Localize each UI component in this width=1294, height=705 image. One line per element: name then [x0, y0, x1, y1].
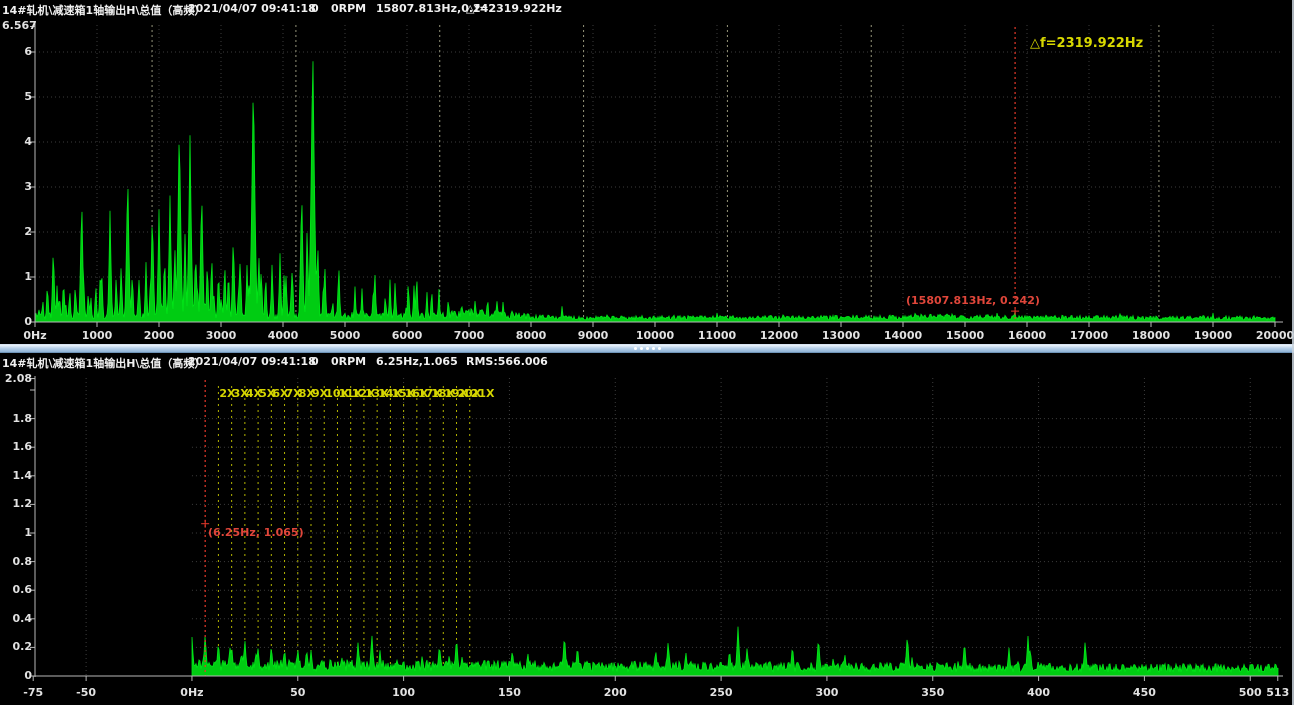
delta-f-readout: △f=2319.922Hz — [466, 2, 562, 15]
x-tick-label: 2000 — [131, 329, 187, 342]
y-tick-label: 1.6 — [2, 440, 32, 453]
y-tick-label: 1.8 — [2, 412, 32, 425]
timestamp: 2021/04/07 09:41:18 — [188, 355, 316, 368]
channel-title: 14#轧机\减速箱1轴输出H\总值（高频） — [2, 2, 205, 18]
y-tick-label: 0.6 — [2, 583, 32, 596]
x-tick-label: 4000 — [255, 329, 311, 342]
y-tick-label: 0 — [2, 669, 32, 682]
channel-title: 14#轧机\减速箱1轴输出H\总值（高频） — [2, 355, 205, 371]
rms-readout: RMS:566.006 — [466, 355, 548, 368]
x-tick-label: 250 — [693, 686, 749, 699]
x-tick-label: 8000 — [503, 329, 559, 342]
y-tick-label: 6 — [2, 45, 32, 58]
x-tick-label: 19000 — [1185, 329, 1241, 342]
x-tick-label: 11000 — [689, 329, 745, 342]
x-tick-label: 12000 — [751, 329, 807, 342]
x-tick-label: 20000 — [1247, 329, 1294, 342]
pane-header-bottom: 14#轧机\减速箱1轴输出H\总值（高频） 2021/04/07 09:41:1… — [0, 353, 1294, 370]
x-tick-label: 1000 — [69, 329, 125, 342]
x-tick-label: 150 — [481, 686, 537, 699]
x-tick-label: 5000 — [317, 329, 373, 342]
x-tick-label: 450 — [1116, 686, 1172, 699]
x-tick-label: 16000 — [999, 329, 1055, 342]
rpm-value: 0RPM — [331, 2, 366, 15]
harmonic-marker-label: 21X — [471, 387, 495, 400]
x-tick-label: 350 — [905, 686, 961, 699]
x-tick-label: 17000 — [1061, 329, 1117, 342]
y-tick-label: 1.2 — [2, 497, 32, 510]
counter-value: 0 — [311, 2, 319, 15]
y-tick-label: 2.08 — [2, 372, 32, 385]
y-tick-label: 1 — [2, 270, 32, 283]
y-tick-label: 1.4 — [2, 469, 32, 482]
pane-header-top: 14#轧机\减速箱1轴输出H\总值（高频） 2021/04/07 09:41:1… — [0, 0, 1294, 17]
x-tick-label: 100 — [376, 686, 432, 699]
x-tick-label: 50 — [270, 686, 326, 699]
y-tick-label: 0.4 — [2, 612, 32, 625]
counter-value: 0 — [311, 355, 319, 368]
cursor-label-bottom: (6.25Hz, 1.065) — [208, 526, 304, 539]
x-tick-label: 13000 — [813, 329, 869, 342]
x-tick-label: 513 — [1250, 686, 1294, 699]
y-tick-label: 2 — [2, 225, 32, 238]
y-tick-label: 0 — [2, 315, 32, 328]
pane-splitter[interactable] — [0, 344, 1294, 353]
y-tick-label: 4 — [2, 135, 32, 148]
y-tick-label: 5 — [2, 90, 32, 103]
x-tick-label: -75 — [5, 686, 61, 699]
x-tick-label: 0Hz — [164, 686, 220, 699]
x-tick-label: 14000 — [875, 329, 931, 342]
high-freq-spectrum-pane: 14#轧机\减速箱1轴输出H\总值（高频） 2021/04/07 09:41:1… — [0, 0, 1294, 344]
cursor-label-top: (15807.813Hz, 0.242) — [906, 294, 1040, 307]
x-tick-label: 400 — [1011, 686, 1067, 699]
vibration-analyzer-window: 14#轧机\减速箱1轴输出H\总值（高频） 2021/04/07 09:41:1… — [0, 0, 1294, 705]
x-tick-label: 7000 — [441, 329, 497, 342]
cursor-readout: 6.25Hz,1.065 — [376, 355, 458, 368]
envelope-spectrum-plot[interactable] — [0, 353, 1294, 705]
envelope-spectrum-pane: 14#轧机\减速箱1轴输出H\总值（高频） 2021/04/07 09:41:1… — [0, 353, 1294, 705]
x-tick-label: 0Hz — [7, 329, 63, 342]
x-tick-label: 18000 — [1123, 329, 1179, 342]
rpm-value: 0RPM — [331, 355, 366, 368]
x-tick-label: 3000 — [193, 329, 249, 342]
x-tick-label: 6000 — [379, 329, 435, 342]
x-tick-label: 9000 — [565, 329, 621, 342]
y-tick-label: 0.8 — [2, 555, 32, 568]
y-tick-label: 6.567 — [2, 19, 32, 32]
y-tick-label: 3 — [2, 180, 32, 193]
x-tick-label: 300 — [799, 686, 855, 699]
x-tick-label: 10000 — [627, 329, 683, 342]
y-tick-label: 0.2 — [2, 640, 32, 653]
timestamp: 2021/04/07 09:41:18 — [188, 2, 316, 15]
delta-f-annotation: △f=2319.922Hz — [1030, 36, 1143, 51]
x-tick-label: -50 — [58, 686, 114, 699]
high-freq-spectrum-plot[interactable] — [0, 0, 1294, 344]
splitter-grip-icon — [634, 347, 661, 350]
x-tick-label: 200 — [587, 686, 643, 699]
x-tick-label: 15000 — [937, 329, 993, 342]
y-tick-label: 1 — [2, 526, 32, 539]
